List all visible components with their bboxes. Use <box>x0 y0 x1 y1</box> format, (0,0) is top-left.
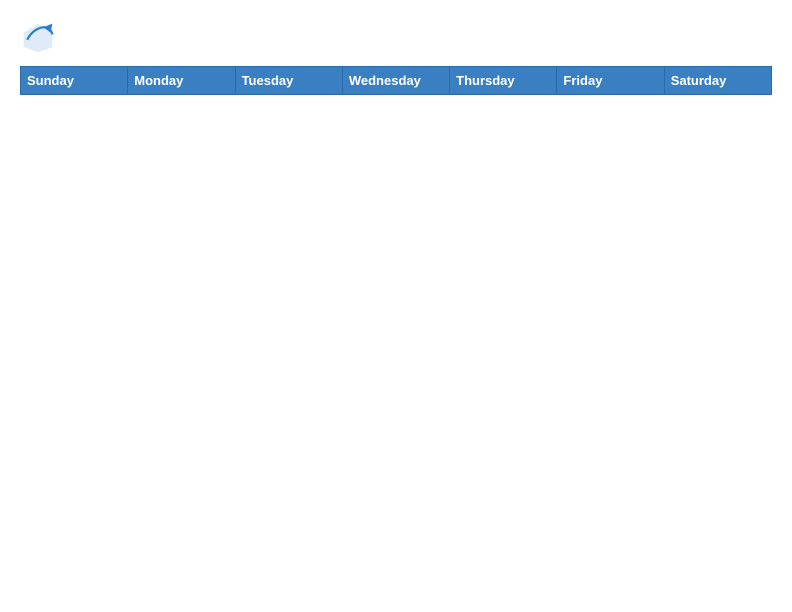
col-header-saturday: Saturday <box>664 67 771 95</box>
page-header <box>20 20 772 56</box>
col-header-friday: Friday <box>557 67 664 95</box>
col-header-wednesday: Wednesday <box>342 67 449 95</box>
logo-icon <box>20 20 56 56</box>
col-header-thursday: Thursday <box>450 67 557 95</box>
col-header-sunday: Sunday <box>21 67 128 95</box>
logo <box>20 20 62 56</box>
calendar-header-row: SundayMondayTuesdayWednesdayThursdayFrid… <box>21 67 772 95</box>
col-header-tuesday: Tuesday <box>235 67 342 95</box>
calendar-table: SundayMondayTuesdayWednesdayThursdayFrid… <box>20 66 772 95</box>
col-header-monday: Monday <box>128 67 235 95</box>
